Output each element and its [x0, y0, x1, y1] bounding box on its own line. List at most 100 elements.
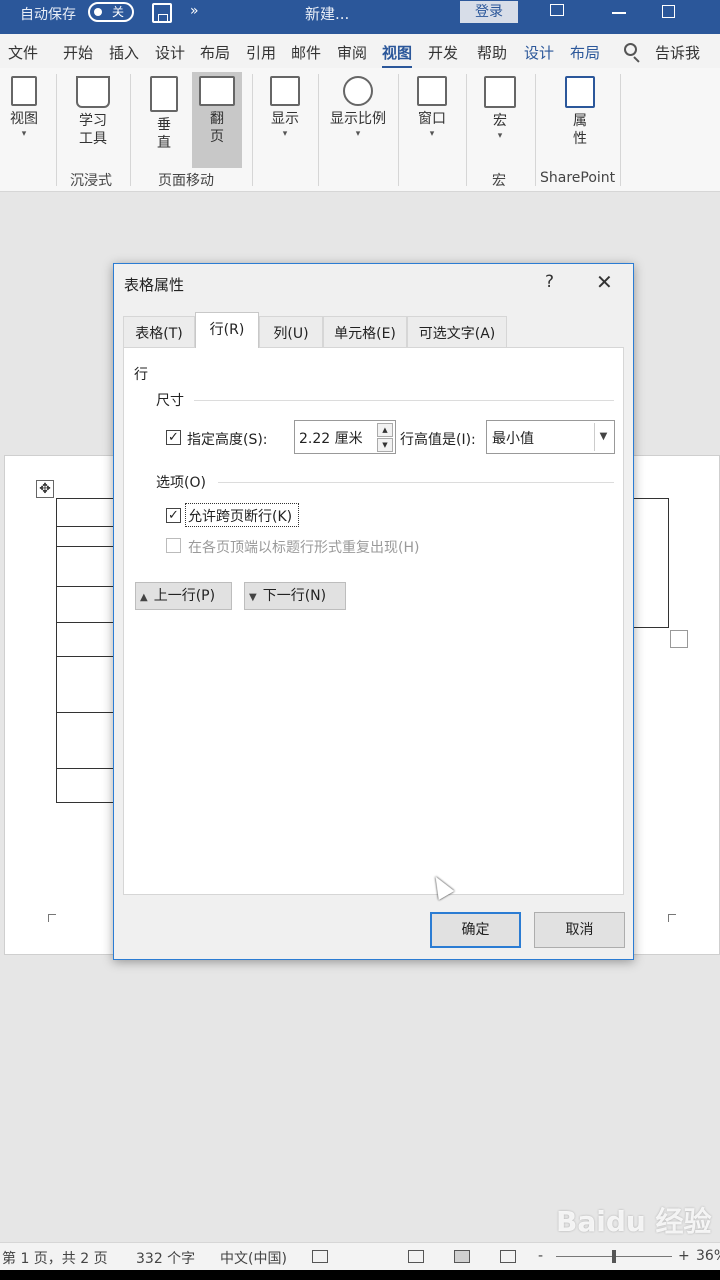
previous-row-button[interactable]: ▲ 上一行(P)	[135, 582, 232, 610]
status-bar: 第 1 页，共 2 页 332 个字 中文(中国) - + 36%	[0, 1242, 720, 1270]
group-label-sharepoint: SharePoint	[540, 170, 616, 186]
zoom-in-button[interactable]: +	[678, 1248, 690, 1264]
ribbon-separator	[620, 74, 621, 186]
stepper-down-icon[interactable]: ▼	[377, 438, 393, 452]
toggle-dot	[94, 8, 102, 16]
macro-record-icon[interactable]	[312, 1250, 328, 1263]
show-icon	[270, 76, 300, 106]
tab-table[interactable]: 表格(T)	[123, 316, 195, 348]
ribbon-separator	[318, 74, 319, 186]
tab-cell[interactable]: 单元格(E)	[323, 316, 407, 348]
ok-button[interactable]: 确定	[430, 912, 521, 948]
autosave-toggle[interactable]: 关	[88, 2, 134, 22]
sharepoint-properties-icon	[565, 76, 595, 108]
new-window-icon	[417, 76, 447, 106]
tab-insert[interactable]: 插入	[109, 42, 139, 63]
specify-height-checkbox[interactable]: ✓	[166, 430, 181, 445]
ribbon-tabs: 文件 开始 插入 设计 布局 引用 邮件 审阅 视图 开发 帮助 设计 布局 告…	[0, 34, 720, 69]
row-height-is-select[interactable]: 最小值 ▼	[486, 420, 615, 454]
search-icon[interactable]	[624, 43, 637, 56]
ribbon-display-options-icon[interactable]	[550, 4, 564, 16]
save-icon[interactable]	[152, 3, 172, 23]
vertical-label-1: 垂	[157, 117, 171, 133]
previous-row-label: 上一行(P)	[153, 588, 216, 604]
properties-label-1: 属	[573, 113, 587, 129]
tab-developer[interactable]: 开发	[428, 42, 458, 63]
read-mode-icon[interactable]	[408, 1250, 424, 1263]
learning-tools-button[interactable]: 学习 工具	[70, 76, 116, 148]
size-section-label: 尺寸	[156, 393, 184, 409]
page-corner-mark	[668, 914, 676, 922]
chevron-down-icon[interactable]: ▼	[594, 423, 612, 451]
group-label-page-move: 页面移动	[158, 173, 214, 189]
word-count[interactable]: 332 个字	[136, 1248, 195, 1268]
learning-tools-label-1: 学习	[79, 113, 107, 129]
tab-home[interactable]: 开始	[63, 42, 93, 63]
view-mode-button[interactable]: 视图 ▾	[4, 76, 44, 140]
magnifier-icon	[343, 76, 373, 106]
window-button[interactable]: 窗口 ▾	[410, 76, 454, 140]
tab-alt-text[interactable]: 可选文字(A)	[407, 316, 507, 348]
zoom-out-button[interactable]: -	[538, 1248, 543, 1264]
login-button[interactable]: 登录	[460, 1, 518, 23]
tab-review[interactable]: 审阅	[337, 42, 367, 63]
repeat-header-checkbox[interactable]	[166, 538, 181, 553]
allow-break-checkbox[interactable]: ✓	[166, 508, 181, 523]
tab-help[interactable]: 帮助	[477, 42, 507, 63]
maximize-icon[interactable]	[662, 5, 675, 18]
options-section-divider	[218, 482, 614, 483]
print-layout-icon[interactable]	[454, 1250, 470, 1263]
show-button[interactable]: 显示 ▾	[262, 76, 308, 140]
ribbon-separator	[252, 74, 253, 186]
help-icon[interactable]: ?	[545, 272, 554, 292]
tell-me-search[interactable]: 告诉我	[655, 42, 700, 63]
cancel-button[interactable]: 取消	[534, 912, 625, 948]
next-row-button[interactable]: ▼ 下一行(N)	[244, 582, 346, 610]
tab-mailings[interactable]: 邮件	[291, 42, 321, 63]
page-count[interactable]: 第 1 页，共 2 页	[2, 1248, 108, 1268]
vertical-button[interactable]: 垂 直	[144, 76, 184, 152]
more-commands-icon[interactable]: »	[190, 3, 199, 19]
allow-break-label: 允许跨页断行(K)	[188, 509, 293, 525]
size-section-divider	[194, 400, 614, 401]
tab-row[interactable]: 行(R)	[195, 312, 259, 348]
chevron-down-icon: ▾	[429, 129, 435, 139]
zoom-level[interactable]: 36%	[696, 1248, 720, 1264]
ribbon-separator	[535, 74, 536, 186]
tab-references[interactable]: 引用	[246, 42, 276, 63]
tab-column[interactable]: 列(U)	[259, 316, 323, 348]
tab-file[interactable]: 文件	[8, 42, 38, 63]
row-header: 行	[134, 367, 148, 383]
zoom-label: 显示比例	[330, 111, 386, 127]
book-speaker-icon	[76, 76, 110, 108]
window-label: 窗口	[418, 111, 446, 127]
language-indicator[interactable]: 中文(中国)	[220, 1248, 287, 1268]
zoom-button[interactable]: 显示比例 ▾	[326, 76, 390, 140]
repeat-header-label: 在各页顶端以标题行形式重复出现(H)	[188, 540, 420, 556]
stepper-up-icon[interactable]: ▲	[377, 423, 393, 437]
web-layout-icon[interactable]	[500, 1250, 516, 1263]
tab-layout[interactable]: 布局	[200, 42, 230, 63]
side-to-side-button[interactable]: 翻 页	[192, 72, 242, 168]
row-height-is-value: 最小值	[492, 431, 534, 447]
zoom-slider-thumb[interactable]	[612, 1250, 616, 1263]
table-resize-handle[interactable]	[670, 630, 688, 648]
tab-design[interactable]: 设计	[155, 42, 185, 63]
tab-table-layout[interactable]: 布局	[570, 42, 600, 63]
height-stepper[interactable]: 2.22 厘米 ▲ ▼	[294, 420, 396, 454]
page-corner-mark	[48, 914, 56, 922]
options-section-label: 选项(O)	[156, 475, 206, 491]
tab-view[interactable]: 视图	[382, 42, 413, 69]
close-icon[interactable]: ✕	[596, 270, 613, 294]
table-move-handle-icon[interactable]: ✥	[36, 480, 54, 498]
side-to-side-label-2: 页	[210, 129, 224, 145]
dialog-title: 表格属性	[124, 276, 185, 294]
vertical-pages-icon	[150, 76, 178, 112]
show-label: 显示	[271, 111, 299, 127]
macros-button[interactable]: 宏 ▾	[478, 76, 522, 142]
autosave-state: 关	[112, 5, 125, 19]
properties-button[interactable]: 属 性	[560, 76, 600, 148]
tab-table-design[interactable]: 设计	[524, 42, 554, 63]
title-bar: 自动保存 关 » 新建... 登录	[0, 0, 720, 34]
minimize-icon[interactable]	[612, 12, 626, 14]
